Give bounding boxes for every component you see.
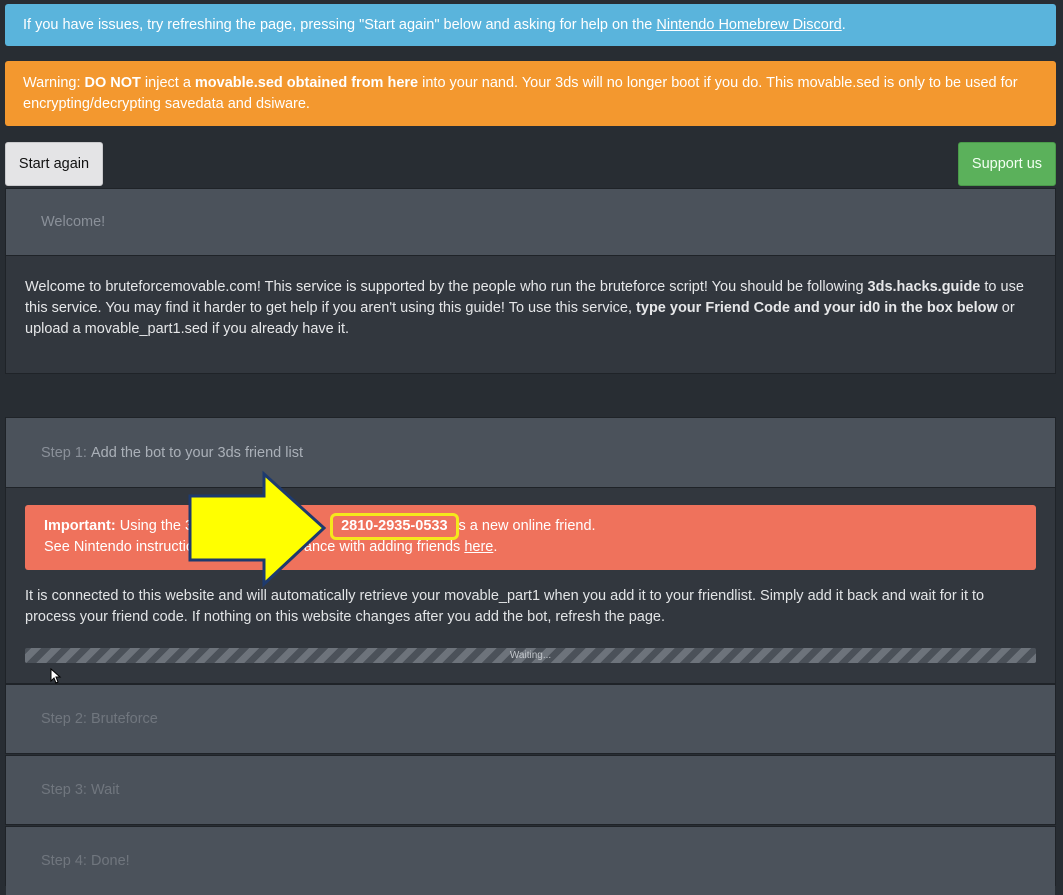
welcome-card: Welcome! Welcome to bruteforcemovable.co… [5, 188, 1056, 374]
welcome-card-body: Welcome to bruteforcemovable.com! This s… [25, 279, 1024, 337]
step3-card: Step 3: Wait [5, 755, 1056, 825]
mouse-cursor-icon [50, 668, 62, 684]
step1-description: It is connected to this website and will… [25, 588, 985, 625]
warning-do-not: DO NOT [84, 75, 141, 91]
step1-card-header[interactable]: Step 1: Add the bot to your 3ds friend l… [6, 418, 1055, 488]
step1-header-title: Add the bot to your 3ds friend list [90, 444, 303, 461]
step2-card-header[interactable]: Step 2: Bruteforce [6, 685, 1055, 753]
step2-header-title: Step 2: Bruteforce [41, 711, 158, 727]
start-again-button[interactable]: Start again [5, 142, 103, 186]
info-alert-text: If you have issues, try refreshing the p… [23, 16, 846, 33]
warning-bold-text: movable.sed obtained from here [194, 75, 419, 91]
step3-card-header[interactable]: Step 3: Wait [6, 756, 1055, 824]
guide-name: 3ds.hacks.guide [867, 279, 981, 295]
step1-header-prefix: Step 1: [41, 444, 87, 461]
friends-help-link[interactable]: here [464, 539, 493, 555]
important-alert: Important: Using the 3 2810-2935-0533 s a … [25, 505, 1036, 570]
step1-card-body: Important: Using the 3 2810-2935-0533 s a … [6, 505, 1055, 663]
step2-card: Step 2: Bruteforce [5, 684, 1056, 754]
step4-header-title: Step 4: Done! [41, 853, 130, 869]
step3-header-title: Step 3: Wait [41, 782, 120, 798]
step4-card: Step 4: Done! [5, 826, 1056, 895]
yellow-arrow-icon [188, 470, 327, 588]
support-us-button[interactable]: Support us [958, 142, 1056, 186]
warning-alert: Warning: DO NOT inject a movable.sed obt… [5, 61, 1056, 126]
step1-card: Step 1: Add the bot to your 3ds friend l… [5, 417, 1056, 684]
welcome-instruction: type your Friend Code and your id0 in th… [636, 300, 998, 316]
welcome-header-title: Welcome! [41, 214, 106, 230]
discord-link[interactable]: Nintendo Homebrew Discord [656, 17, 841, 33]
important-label: Important: [44, 518, 116, 534]
progress-label: Waiting... [509, 650, 552, 661]
welcome-card-header[interactable]: Welcome! [6, 189, 1055, 256]
bot-friend-code: 2810-2935-0533 [330, 513, 459, 540]
step4-card-header[interactable]: Step 4: Done! [6, 827, 1055, 895]
waiting-progress-bar: Waiting... [25, 648, 1036, 663]
info-alert: If you have issues, try refreshing the p… [5, 4, 1056, 46]
